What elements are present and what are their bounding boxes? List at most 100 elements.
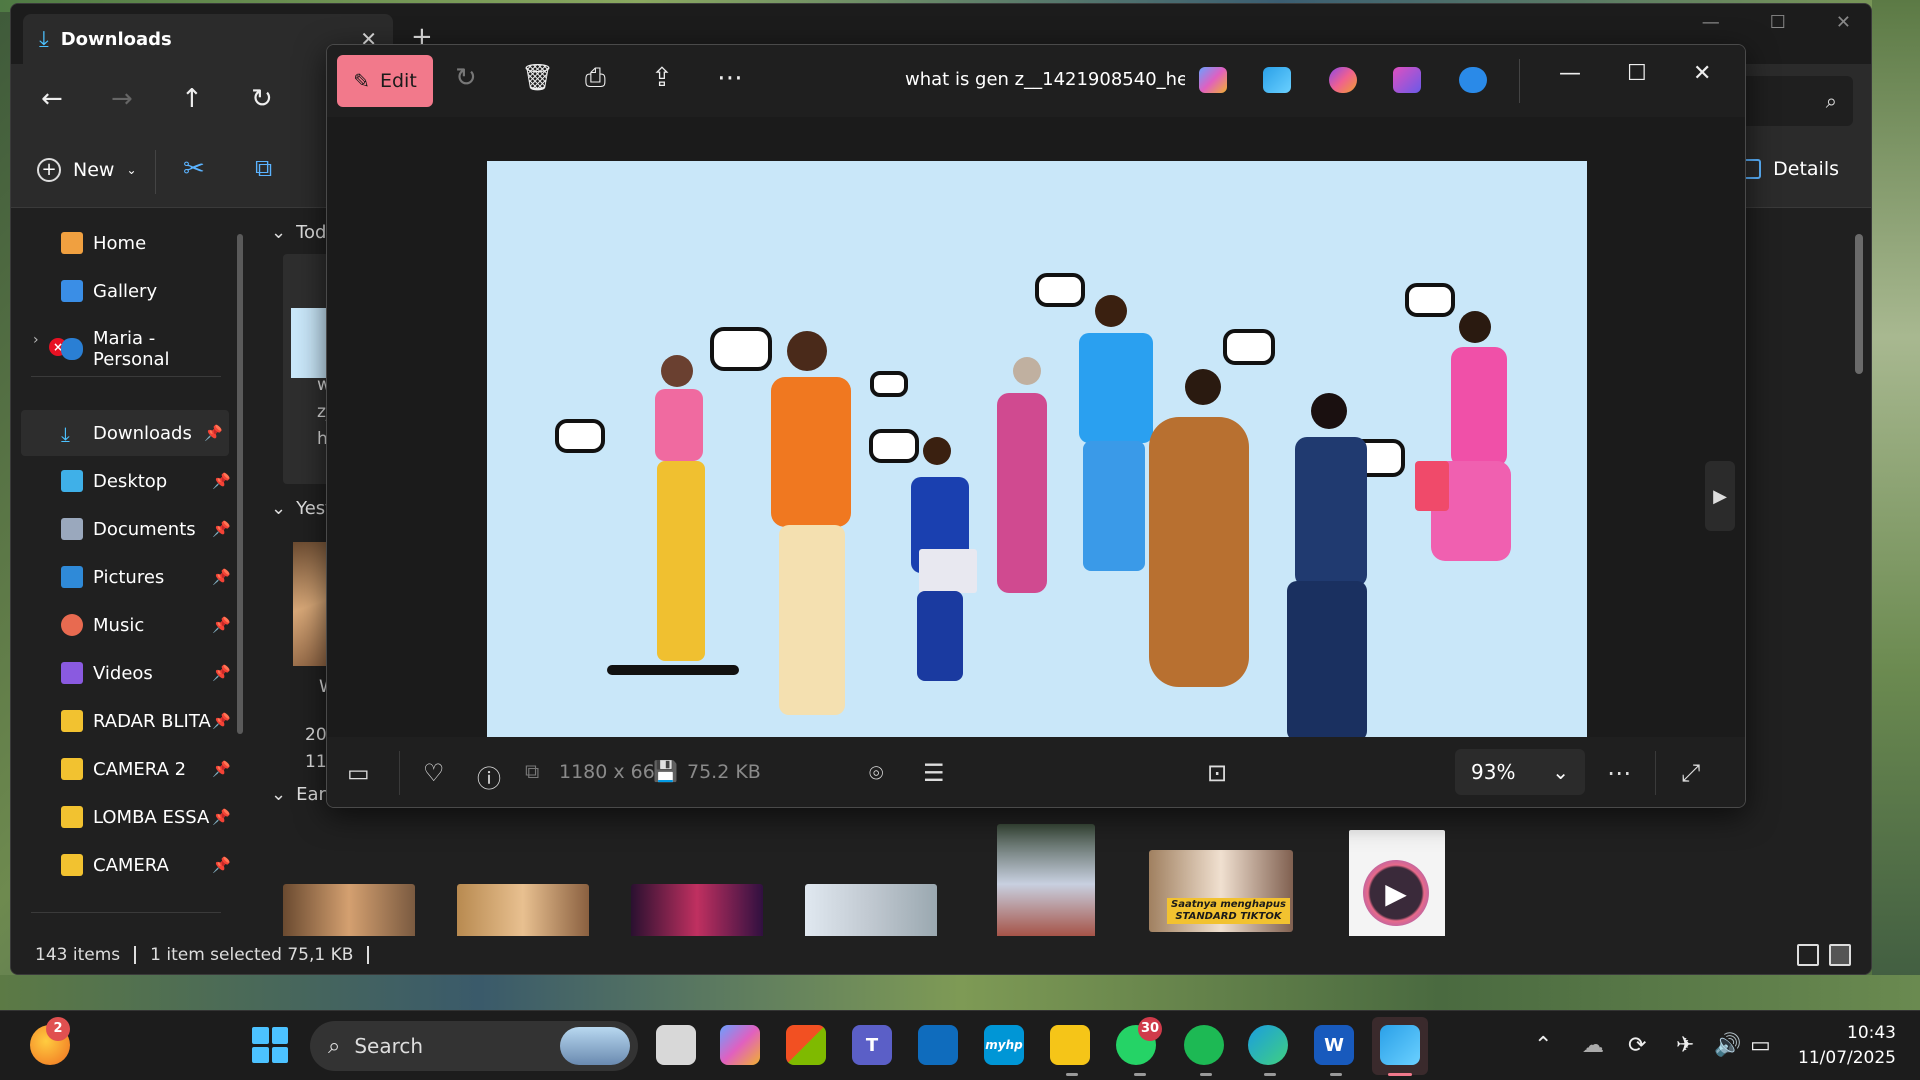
details-button[interactable]: Details (1737, 158, 1839, 180)
sidebar-item-folder[interactable]: LOMBA ESSA 📌 (61, 806, 231, 828)
image-thumbnail[interactable] (997, 824, 1095, 944)
pin-icon[interactable]: 📌 (212, 520, 231, 538)
fullscreen-icon[interactable]: ⤢ (1681, 759, 1700, 787)
task-view-icon[interactable] (656, 1025, 696, 1065)
running-indicator (1200, 1073, 1212, 1076)
sidebar-item-folder[interactable]: RADAR BLITA 📌 (61, 710, 231, 732)
next-image-button[interactable]: ▶ (1705, 461, 1735, 531)
word-icon[interactable]: W (1314, 1025, 1354, 1065)
close-icon[interactable]: ✕ (1836, 12, 1851, 33)
text-scan-icon[interactable]: ☰ (923, 759, 945, 787)
sidebar-item-music[interactable]: Music 📌 (61, 614, 231, 636)
pin-icon[interactable]: 📌 (212, 808, 231, 826)
info-icon[interactable]: ⓘ (477, 759, 501, 794)
file-explorer-icon[interactable] (1050, 1025, 1090, 1065)
sidebar-item-pictures[interactable]: Pictures 📌 (61, 566, 231, 588)
designer-icon[interactable] (1329, 67, 1357, 93)
chevron-up-icon[interactable]: ⌃ (1534, 1033, 1552, 1058)
photos-app-icon[interactable] (1263, 67, 1291, 93)
print-icon[interactable]: ⎙ (585, 63, 606, 94)
copy-icon[interactable]: ⧉ (255, 154, 272, 182)
up-arrow-icon[interactable]: ↑ (181, 84, 203, 114)
back-arrow-icon[interactable]: ← (41, 84, 63, 114)
videos-icon (61, 662, 83, 684)
chevron-right-icon[interactable]: › (33, 332, 39, 348)
pin-icon[interactable]: 📌 (212, 616, 231, 634)
actual-size-icon[interactable]: ⊡ (1207, 759, 1227, 787)
media-file-icon[interactable]: ▶ (1349, 830, 1445, 944)
myhp-icon[interactable]: myhp (984, 1025, 1024, 1065)
pin-icon[interactable]: 📌 (212, 472, 231, 490)
video-thumbnail[interactable] (283, 884, 415, 944)
delete-icon[interactable]: 🗑 (521, 63, 554, 93)
sidebar-item-videos[interactable]: Videos 📌 (61, 662, 231, 684)
search-highlight-art (560, 1027, 630, 1065)
outlook-icon[interactable] (918, 1025, 958, 1065)
sidebar-item-label: Documents (93, 518, 196, 540)
rotate-icon[interactable]: ↻ (455, 63, 477, 93)
battery-icon[interactable]: ▭ (1750, 1033, 1771, 1058)
copilot-icon[interactable] (1199, 67, 1227, 93)
forward-arrow-icon[interactable]: → (111, 84, 133, 114)
favorite-heart-icon[interactable]: ♡ (423, 759, 445, 787)
edge-icon[interactable] (1248, 1025, 1288, 1065)
share-icon[interactable]: ⇪ (651, 63, 673, 93)
video-thumbnail[interactable]: Saatnya menghapus STANDARD TIKTOK (1149, 850, 1293, 932)
zoom-dropdown[interactable]: 93% ⌄ (1455, 749, 1585, 795)
more-options-icon[interactable]: ⋯ (1607, 759, 1631, 787)
pin-icon[interactable]: 📌 (212, 712, 231, 730)
photos-app-icon[interactable] (1380, 1025, 1420, 1065)
edit-button[interactable]: ✎ Edit (337, 55, 433, 107)
explorer-search-box[interactable]: ⌕ (1733, 76, 1853, 126)
volume-icon[interactable]: 🔊 (1714, 1033, 1741, 1058)
minimize-icon[interactable]: — (1702, 12, 1720, 33)
image-canvas[interactable]: ▶ (327, 117, 1745, 781)
sidebar-item-desktop[interactable]: Desktop 📌 (61, 470, 231, 492)
sidebar-item-downloads[interactable]: ⤓ Downloads 📌 (21, 410, 229, 456)
tiles-view-icon[interactable] (1829, 944, 1851, 966)
sidebar-item-folder[interactable]: CAMERA 2 📌 (61, 758, 231, 780)
onedrive-sync-error-icon[interactable]: ☁ (1582, 1033, 1604, 1058)
visual-search-icon[interactable]: ⌾ (869, 759, 883, 787)
airplane-mode-icon[interactable]: ✈ (1676, 1033, 1694, 1058)
pin-icon[interactable]: 📌 (212, 856, 231, 874)
clock[interactable]: 10:43 11/07/2025 (1798, 1021, 1896, 1071)
running-indicator (1330, 1073, 1342, 1076)
onedrive-cloud-icon[interactable] (1459, 67, 1487, 93)
sidebar-item-home[interactable]: Home (61, 232, 231, 254)
new-button[interactable]: + New ⌄ (37, 158, 137, 182)
minimize-icon[interactable]: — (1559, 61, 1581, 86)
start-button[interactable] (252, 1027, 288, 1063)
copilot-icon[interactable] (720, 1025, 760, 1065)
microsoft-store-icon[interactable] (786, 1025, 826, 1065)
clipchamp-icon[interactable] (1393, 67, 1421, 93)
maximize-icon[interactable]: ☐ (1770, 12, 1786, 33)
pin-icon[interactable]: 📌 (212, 568, 231, 586)
sync-icon[interactable]: ⟳ (1628, 1033, 1646, 1058)
pin-icon[interactable]: 📌 (204, 424, 223, 442)
pin-icon[interactable]: 📌 (212, 664, 231, 682)
content-scrollbar[interactable] (1855, 234, 1863, 374)
video-thumbnail[interactable] (457, 884, 589, 944)
sidebar-item-folder[interactable]: CAMERA 📌 (61, 854, 231, 876)
cut-icon[interactable]: ✂ (183, 154, 205, 184)
image-thumbnail[interactable] (805, 884, 937, 944)
download-icon: ⤓ (61, 422, 70, 446)
details-view-icon[interactable] (1797, 944, 1819, 966)
teams-icon[interactable]: T (852, 1025, 892, 1065)
filmstrip-icon[interactable]: ▭ (347, 759, 370, 787)
pin-icon[interactable]: 📌 (212, 760, 231, 778)
displayed-photo[interactable] (487, 161, 1587, 781)
close-icon[interactable]: ✕ (1693, 61, 1711, 86)
more-options-icon[interactable]: ⋯ (717, 63, 743, 93)
refresh-icon[interactable]: ↻ (251, 84, 273, 114)
maximize-icon[interactable]: ☐ (1627, 61, 1647, 86)
taskbar-search[interactable]: ⌕ Search (310, 1021, 638, 1071)
sidebar-item-gallery[interactable]: Gallery (61, 280, 231, 302)
sidebar-scrollbar[interactable] (237, 234, 243, 734)
sidebar-item-documents[interactable]: Documents 📌 (61, 518, 231, 540)
sidebar-divider (31, 912, 221, 913)
sidebar-item-onedrive[interactable]: Maria - Personal (61, 328, 231, 370)
video-thumbnail[interactable] (631, 884, 763, 944)
spotify-icon[interactable] (1184, 1025, 1224, 1065)
